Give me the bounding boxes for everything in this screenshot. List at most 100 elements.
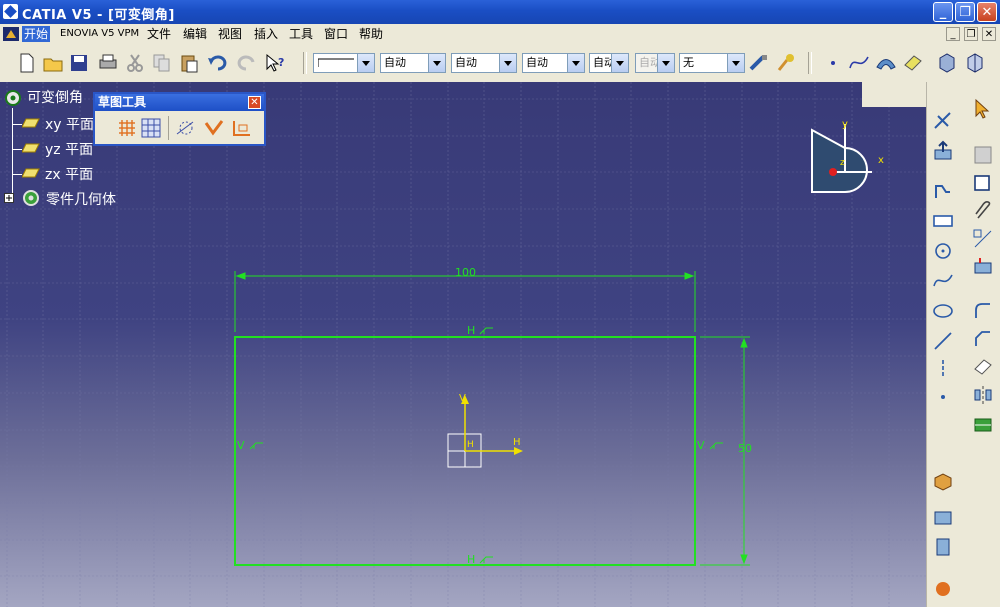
circle-icon[interactable]: [932, 240, 954, 262]
exit-workbench-icon[interactable]: [932, 110, 954, 132]
select-cursor-icon[interactable]: [972, 98, 994, 120]
constraint-icon[interactable]: [972, 228, 994, 250]
part-body-icon[interactable]: [936, 52, 958, 74]
chamfer-icon[interactable]: [972, 328, 994, 350]
v-axis-label: V: [459, 393, 466, 404]
part-body-alt-icon[interactable]: [964, 52, 986, 74]
undo-icon[interactable]: [206, 52, 228, 74]
close-button[interactable]: ✕: [977, 2, 997, 22]
compass-widget[interactable]: y x z: [811, 119, 884, 193]
tree-item-xy-plane[interactable]: xy 平面: [45, 114, 94, 134]
menu-view[interactable]: 视图: [216, 26, 244, 42]
redo-icon[interactable]: [236, 52, 258, 74]
origin-constraint-h: H: [467, 440, 474, 450]
painter-icon[interactable]: [748, 52, 770, 74]
pad-icon[interactable]: [932, 470, 954, 492]
bottom-horizontal-constraint[interactable]: H: [467, 553, 475, 566]
new-file-icon[interactable]: [16, 52, 38, 74]
brush-properties-icon[interactable]: [775, 52, 797, 74]
axis-icon[interactable]: [932, 358, 954, 380]
menu-help[interactable]: 帮助: [357, 26, 385, 42]
dropdown-arrow-icon: [727, 54, 744, 72]
left-vertical-constraint[interactable]: V: [237, 439, 245, 452]
dimensional-constraints-icon[interactable]: [231, 118, 253, 138]
mdi-minimize-button[interactable]: _: [946, 27, 960, 41]
minimize-button[interactable]: _: [933, 2, 953, 22]
tree-root-label[interactable]: 可变倒角: [27, 87, 83, 107]
plane-icon[interactable]: [22, 118, 40, 128]
trim-eraser-icon[interactable]: [972, 356, 994, 378]
tree-item-part-body[interactable]: 零件几何体: [46, 189, 116, 209]
geometric-constraints-icon[interactable]: [203, 118, 225, 138]
mdi-restore-button[interactable]: ❐: [964, 27, 978, 41]
menu-edit[interactable]: 编辑: [181, 26, 209, 42]
spline-icon[interactable]: [848, 52, 870, 74]
line-icon[interactable]: [932, 330, 954, 352]
catia-app-icon[interactable]: [3, 4, 18, 19]
layer-dropdown[interactable]: 自动: [589, 53, 629, 73]
whats-this-help-icon[interactable]: ?: [264, 52, 286, 74]
surface-icon[interactable]: [875, 52, 897, 74]
restore-button[interactable]: ❐: [955, 2, 975, 22]
transparency-dropdown[interactable]: 自动: [522, 53, 585, 73]
positioned-sketch-icon[interactable]: [972, 172, 994, 194]
open-folder-icon[interactable]: [42, 52, 64, 74]
expand-plus-icon[interactable]: [4, 193, 14, 203]
point-icon[interactable]: [822, 52, 844, 74]
menu-enovia[interactable]: ENOVIA V5 VPM: [58, 26, 141, 42]
paste-icon[interactable]: [178, 52, 200, 74]
line-type-dropdown[interactable]: [313, 53, 375, 73]
fix-together-icon[interactable]: [972, 256, 994, 278]
sketch-tools-toolbar[interactable]: 草图工具 ✕: [93, 92, 266, 146]
corner-icon[interactable]: [972, 300, 994, 322]
snap-to-point-icon[interactable]: [141, 118, 161, 138]
top-horizontal-constraint[interactable]: H: [467, 324, 475, 337]
3d-viewport[interactable]: 100 50 H H V V V H H y x z 可变倒角 xy 平面 yz…: [0, 82, 926, 607]
attach-icon[interactable]: [972, 200, 994, 222]
spline-tool-icon[interactable]: [932, 270, 954, 292]
rectangle-icon[interactable]: [932, 210, 954, 232]
plane-icon[interactable]: [22, 143, 40, 153]
sketch-canvas[interactable]: 100 50 H H V V V H H y x z: [0, 82, 926, 607]
point-tool-icon[interactable]: [932, 386, 954, 408]
cut-icon[interactable]: [124, 52, 146, 74]
profile-icon[interactable]: [932, 180, 954, 202]
color-dropdown[interactable]: 自动: [451, 53, 517, 73]
dropdown-arrow-icon: [499, 54, 516, 72]
right-vertical-constraint[interactable]: V: [697, 439, 705, 452]
sketch-tools-close-button[interactable]: ✕: [248, 96, 261, 109]
dimension-width-value[interactable]: 100: [455, 266, 476, 279]
sketch-icon[interactable]: [972, 144, 994, 166]
construction-element-icon[interactable]: [175, 118, 197, 138]
eraser-icon[interactable]: [902, 52, 924, 74]
grid-icon[interactable]: [117, 118, 137, 138]
tree-item-yz-plane[interactable]: yz 平面: [45, 139, 93, 159]
print-icon[interactable]: [97, 52, 119, 74]
toolbar-separator: [303, 52, 307, 74]
sketch-based-feature-icon[interactable]: [932, 578, 954, 600]
menu-file[interactable]: 文件: [145, 26, 173, 42]
mirror-icon[interactable]: [972, 384, 994, 406]
save-icon[interactable]: [68, 52, 90, 74]
part-root-icon[interactable]: [3, 88, 23, 108]
pocket-icon[interactable]: [932, 506, 954, 528]
line-weight-dropdown[interactable]: 自动: [380, 53, 446, 73]
project-3d-icon[interactable]: [972, 414, 994, 436]
dimension-width[interactable]: [234, 271, 696, 332]
export-icon[interactable]: [932, 140, 954, 162]
menu-insert[interactable]: 插入: [252, 26, 280, 42]
mdi-close-button[interactable]: ✕: [982, 27, 996, 41]
ellipse-icon[interactable]: [932, 300, 954, 322]
shaft-icon[interactable]: [932, 536, 954, 558]
menu-window[interactable]: 窗口: [322, 26, 350, 42]
plane-icon[interactable]: [22, 168, 40, 178]
menu-start[interactable]: 开始: [22, 26, 51, 42]
body-gear-icon[interactable]: [20, 188, 42, 208]
menu-tools[interactable]: 工具: [287, 26, 315, 42]
sketch-tools-title[interactable]: 草图工具: [95, 94, 264, 111]
rendering-dropdown[interactable]: 无: [679, 53, 745, 73]
tree-item-zx-plane[interactable]: zx 平面: [45, 164, 93, 184]
dimension-height-value[interactable]: 50: [738, 442, 752, 455]
copy-icon[interactable]: [151, 52, 173, 74]
toolbar-separator: [808, 52, 812, 74]
